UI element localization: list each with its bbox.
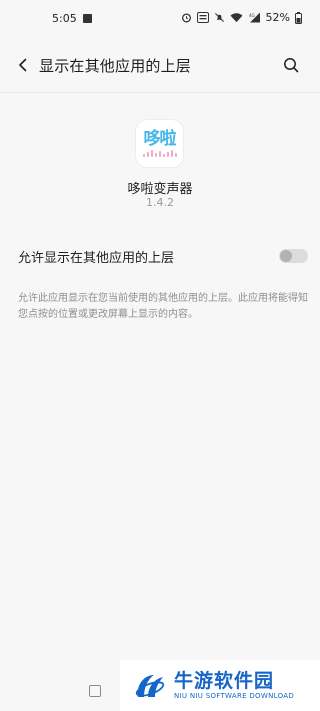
watermark: 牛游软件园 NIU NIU SOFTWARE DOWNLOAD xyxy=(120,660,320,711)
app-version: 1.4.2 xyxy=(146,196,174,209)
back-arrow-icon xyxy=(19,58,27,72)
overlay-permission-row[interactable]: 允许显示在其他应用的上层 xyxy=(0,238,320,274)
recents-button[interactable] xyxy=(89,685,101,697)
sound-wave-graphic xyxy=(142,150,177,157)
wifi-icon xyxy=(230,13,243,23)
battery-icon xyxy=(295,11,302,24)
page-title: 显示在其他应用的上层 xyxy=(39,57,192,75)
image-notification-icon xyxy=(83,14,92,23)
status-bar: 5:05 4G 52% xyxy=(0,0,320,38)
permission-description: 允许此应用显示在您当前使用的其他应用的上层。此应用将能得知您点按的位置或更改屏幕… xyxy=(18,293,308,320)
watermark-subtitle: NIU NIU SOFTWARE DOWNLOAD xyxy=(174,692,295,700)
app-icon-text: 哆啦 xyxy=(143,129,177,149)
app-bar: 显示在其他应用的上层 xyxy=(0,40,320,92)
alarm-icon xyxy=(181,13,191,23)
watermark-logo xyxy=(135,674,165,697)
app-icon: 哆啦 xyxy=(136,120,183,167)
divider xyxy=(0,92,320,93)
watermark-title: 牛游软件园 xyxy=(174,670,275,692)
watermark-text: 牛游软件园 NIU NIU SOFTWARE DOWNLOAD xyxy=(174,670,294,701)
app-name: 哆啦变声器 xyxy=(127,182,193,197)
battery-percent: 52% xyxy=(265,11,290,24)
volte-icon xyxy=(196,12,209,23)
svg-text:4G: 4G xyxy=(249,13,255,18)
signal-icon: 4G xyxy=(249,12,260,23)
search-icon xyxy=(284,58,299,73)
search-button[interactable] xyxy=(278,52,304,78)
toggle-knob xyxy=(280,250,292,262)
overlay-permission-label: 允许显示在其他应用的上层 xyxy=(18,251,175,266)
status-icons: 4G 52% xyxy=(181,11,302,24)
status-time: 5:05 xyxy=(52,12,77,25)
mute-icon xyxy=(214,12,224,23)
overlay-permission-toggle[interactable] xyxy=(279,249,308,263)
screen: 5:05 4G 52% 显示在其他应用的上层 哆啦 哆啦变声器 1.4.2 允许… xyxy=(0,0,320,711)
back-button[interactable] xyxy=(10,52,36,78)
